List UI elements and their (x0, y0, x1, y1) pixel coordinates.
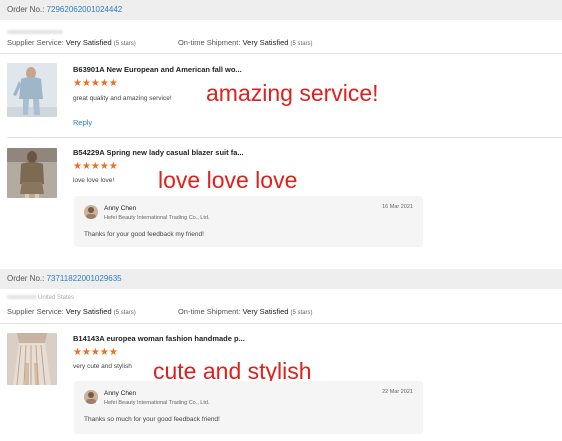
service-ratings: Supplier Service: Very Satisfied (5 star… (7, 307, 313, 316)
supplier-service-value: Very Satisfied (65, 38, 112, 47)
overlay-annotation: amazing service! (206, 80, 379, 106)
supplier-service-stars: (5 stars) (113, 41, 136, 47)
seller-reply-box: Anny Chen Hefei Beauty International Tra… (74, 381, 423, 434)
rating-stars: ★★★★★ (73, 347, 118, 358)
review-text: great quality and amazing service! (73, 95, 172, 102)
order-number-link[interactable]: 73711822001029635 (47, 274, 122, 283)
seller-reply-message: Thanks for your good feedback my friend! (84, 231, 204, 238)
order-label: Order No.: (7, 5, 45, 14)
seller-name: Anny Chen (104, 390, 137, 397)
divider (7, 137, 562, 138)
buyer-info (7, 30, 64, 36)
divider (0, 53, 562, 54)
buyer-info: United States (7, 295, 74, 301)
order-label: Order No.: (7, 274, 45, 283)
supplier-service-label: Supplier Service: (7, 307, 64, 316)
supplier-service-value: Very Satisfied (65, 307, 112, 316)
seller-company: Hefei Beauty International Trading Co., … (104, 215, 210, 221)
product-title-link[interactable]: B14143A europea woman fashion handmade p… (73, 334, 245, 343)
seller-reply-box: Anny Chen Hefei Beauty International Tra… (74, 196, 423, 247)
service-ratings: Supplier Service: Very Satisfied (5 star… (7, 38, 313, 47)
supplier-service-label: Supplier Service: (7, 38, 64, 47)
seller-company: Hefei Beauty International Trading Co., … (104, 400, 210, 406)
supplier-service-stars: (5 stars) (113, 310, 136, 316)
rating-stars: ★★★★★ (73, 78, 118, 89)
product-thumbnail[interactable] (7, 148, 57, 198)
blurred-buyer-name (7, 30, 63, 35)
seller-avatar (84, 205, 98, 219)
order-header: Order No.: 73711822001029635 (0, 269, 562, 289)
order-header: Order No.: 72962062001024442 (0, 0, 562, 20)
reply-link[interactable]: Reply (73, 118, 92, 127)
divider (0, 323, 562, 324)
seller-reply-message: Thanks so much for your good feedback fr… (84, 416, 220, 423)
product-thumbnail[interactable] (7, 333, 57, 385)
shipment-label: On-time Shipment: (177, 307, 241, 316)
product-title-link[interactable]: B54229A Spring new lady casual blazer su… (73, 148, 244, 157)
review-text: love love love! (73, 177, 115, 184)
shipment-stars: (5 stars) (290, 41, 313, 47)
review-text: very cute and stylish (73, 363, 132, 370)
shipment-stars: (5 stars) (290, 310, 313, 316)
product-thumbnail[interactable] (7, 63, 57, 117)
shipment-value: Very Satisfied (242, 38, 289, 47)
reply-date: 16 Mar 2021 (382, 204, 413, 210)
buyer-country: United States (38, 295, 75, 301)
shipment-label: On-time Shipment: (177, 38, 241, 47)
blurred-buyer-name (7, 295, 37, 300)
shipment-value: Very Satisfied (242, 307, 289, 316)
product-title-link[interactable]: B63901A New European and American fall w… (73, 65, 242, 74)
seller-name: Anny Chen (104, 205, 137, 212)
overlay-annotation: love love love (158, 167, 298, 193)
reply-date: 22 Mar 2021 (382, 389, 413, 395)
seller-avatar (84, 390, 98, 404)
order-number-link[interactable]: 72962062001024442 (47, 5, 123, 14)
rating-stars: ★★★★★ (73, 161, 118, 172)
